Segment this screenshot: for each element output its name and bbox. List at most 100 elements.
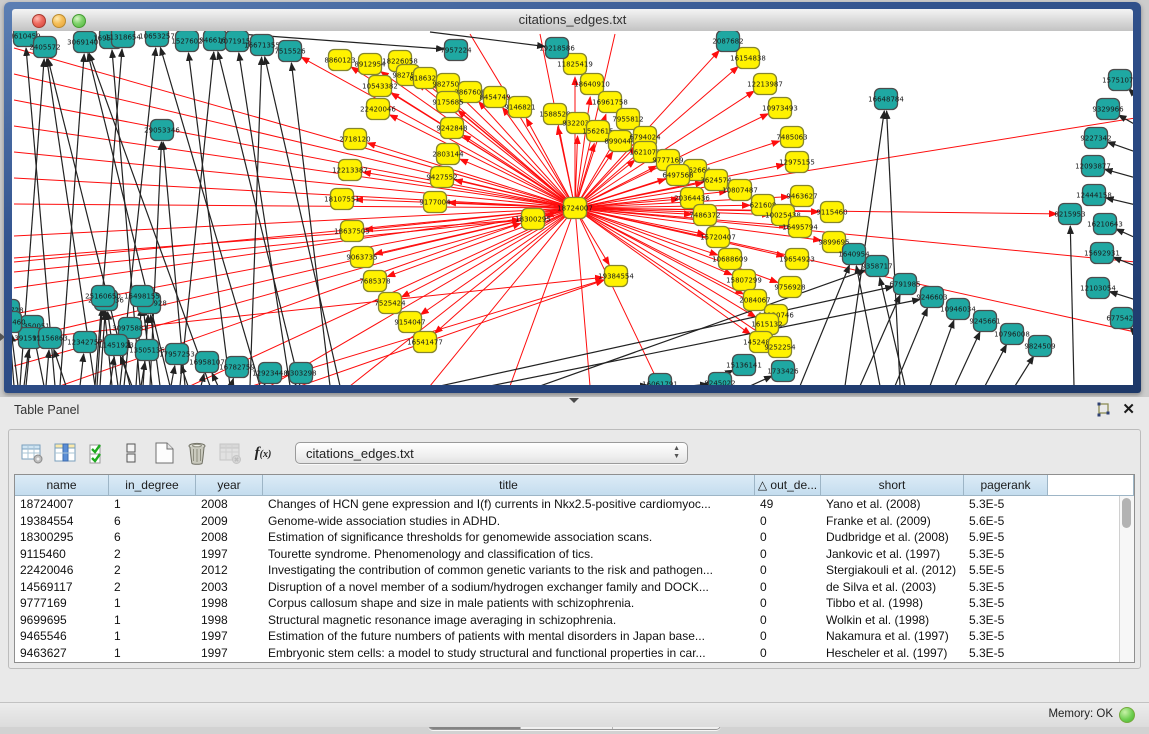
column-header[interactable]: in_degree <box>109 475 196 496</box>
graph-node[interactable]: 18300295 <box>515 209 551 230</box>
split-rows-icon[interactable] <box>118 440 144 466</box>
svg-text:2084067: 2084067 <box>739 296 770 304</box>
column-header[interactable]: name <box>15 475 109 496</box>
graph-node[interactable]: 8860123 <box>324 50 355 71</box>
graph-node[interactable]: 9824509 <box>1024 336 1055 357</box>
graph-node[interactable]: 9756928 <box>774 277 805 298</box>
graph-node[interactable]: 9227342 <box>1080 128 1111 149</box>
table-mode-icon[interactable] <box>19 440 45 466</box>
graph-node[interactable]: 9245661 <box>969 311 1000 332</box>
new-column-icon[interactable] <box>151 440 177 466</box>
node-table: namein_degreeyeartitle△ out_de...shortpa… <box>14 474 1135 663</box>
table-row[interactable]: 946362711997Embryonic stem cells: a mode… <box>15 645 1134 662</box>
table-row[interactable]: 977716911998Corpus callosum shape and si… <box>15 595 1134 612</box>
svg-text:15720407: 15720407 <box>700 233 736 241</box>
graph-node[interactable]: 9358717 <box>861 256 892 277</box>
graph-node[interactable]: 7485063 <box>776 127 807 148</box>
graph-node[interactable]: 12213987 <box>747 74 783 95</box>
graph-node[interactable]: 9063735 <box>346 247 377 268</box>
graph-node[interactable]: 19654923 <box>779 249 815 270</box>
graph-node[interactable]: 1733426 <box>767 361 799 382</box>
table-row[interactable]: 2242004622012Investigating the contribut… <box>15 562 1134 579</box>
show-columns-icon[interactable] <box>52 440 78 466</box>
graph-node[interactable]: 2405572 <box>29 37 60 58</box>
select-rows-checks-icon[interactable] <box>85 440 111 466</box>
graph-node[interactable]: 7957224 <box>440 40 472 61</box>
graph-node[interactable]: 9427552 <box>426 167 457 188</box>
graph-node[interactable]: 15807299 <box>726 270 762 291</box>
graph-node[interactable]: 9177004 <box>419 192 451 213</box>
graph-node[interactable]: 10973493 <box>762 98 798 119</box>
function-builder-icon[interactable]: f(x) <box>250 440 276 466</box>
graph-node[interactable]: 12444158 <box>1076 185 1112 206</box>
table-vertical-scrollbar[interactable] <box>1119 496 1134 662</box>
graph-node[interactable]: 7685378 <box>359 271 390 292</box>
graph-node[interactable]: 9463627 <box>786 186 817 207</box>
svg-text:7485063: 7485063 <box>776 133 807 141</box>
graph-node[interactable]: 7515526 <box>274 41 306 62</box>
graph-node[interactable]: 12923448 <box>252 363 288 384</box>
graph-node[interactable]: 7486372 <box>689 205 720 226</box>
svg-text:11825419: 11825419 <box>557 60 593 68</box>
table-row[interactable]: 946554611997Estimation of the future num… <box>15 628 1134 645</box>
graph-node[interactable]: 2718120 <box>339 129 370 150</box>
graph-node[interactable]: 9115460 <box>816 202 847 223</box>
graph-node[interactable]: 9242848 <box>436 118 467 139</box>
table-cell: 9465546 <box>15 628 109 645</box>
table-row[interactable]: 1456911722003Disruption of a novel membe… <box>15 579 1134 596</box>
graph-node[interactable]: 6775429 <box>1106 308 1133 329</box>
graph-node[interactable]: 22420046 <box>360 99 396 120</box>
table-cell: 19384554 <box>15 513 109 530</box>
graph-node[interactable]: 10653257 <box>139 31 175 47</box>
column-header[interactable]: △ out_de... <box>755 475 821 496</box>
table-scrollbar-thumb[interactable] <box>1122 498 1131 528</box>
network-canvas[interactable]: 1872400788601238912954182260589827509105… <box>12 31 1133 385</box>
graph-node[interactable]: 9245022 <box>704 373 735 386</box>
svg-text:6794024: 6794024 <box>629 133 661 141</box>
graph-node[interactable]: 7525424 <box>374 293 406 314</box>
left-panel-collapse-icon[interactable] <box>0 333 5 341</box>
graph-node[interactable]: 9175685 <box>432 92 463 113</box>
window-titlebar[interactable]: citations_edges.txt <box>12 9 1133 32</box>
graph-node[interactable]: 9329966 <box>1092 99 1124 120</box>
column-header[interactable]: pagerank <box>964 475 1048 496</box>
table-row[interactable]: 1872400712008Changes of HCN gene express… <box>15 496 1134 513</box>
graph-node[interactable]: 8303298 <box>285 363 316 384</box>
graph-node[interactable]: 6791985 <box>889 274 920 295</box>
graph-node[interactable]: 9252254 <box>764 337 796 358</box>
graph-node[interactable]: 12103054 <box>1080 278 1116 299</box>
graph-node[interactable]: 9146821 <box>504 97 535 118</box>
graph-node[interactable]: 16648784 <box>868 89 904 110</box>
table-cell: Yano et al. (2008) <box>821 496 964 513</box>
column-header[interactable]: title <box>263 475 755 496</box>
graph-node[interactable]: 6497568 <box>662 165 693 186</box>
column-header[interactable]: year <box>196 475 263 496</box>
delete-column-trash-icon[interactable] <box>184 440 210 466</box>
graph-node[interactable]: 12093877 <box>1075 156 1111 177</box>
table-cell: 0 <box>755 612 821 629</box>
table-selector-combobox[interactable]: citations_edges.txt ▲▼ <box>295 442 688 464</box>
graph-node[interactable]: 10688609 <box>712 249 748 270</box>
close-panel-icon[interactable]: ✕ <box>1122 400 1135 418</box>
graph-node[interactable]: 15720407 <box>700 227 736 248</box>
table-row[interactable]: 969969511998Structural magnetic resonanc… <box>15 612 1134 629</box>
graph-node[interactable]: 8215953 <box>1054 204 1085 225</box>
graph-node[interactable]: 2087682 <box>712 31 743 52</box>
table-cell: 9699695 <box>15 612 109 629</box>
graph-node[interactable]: 1527602 <box>171 31 202 52</box>
graph-node[interactable]: 9154047 <box>394 312 425 333</box>
graph-node[interactable]: 16541477 <box>407 332 443 353</box>
table-row[interactable]: 1938455462009Genome-wide association stu… <box>15 513 1134 530</box>
graph-node[interactable]: 16061791 <box>642 374 678 386</box>
graph-node[interactable]: 16210643 <box>1087 214 1123 235</box>
graph-node[interactable]: 12975155 <box>779 152 815 173</box>
graph-node[interactable]: 15751074 <box>1102 70 1133 91</box>
graph-node[interactable]: 29053346 <box>144 120 180 141</box>
table-row[interactable]: 1830029562008Estimation of significance … <box>15 529 1134 546</box>
graph-node[interactable]: 2803144 <box>432 144 464 165</box>
float-panel-icon[interactable] <box>1095 402 1111 418</box>
table-cell: 1998 <box>196 612 263 629</box>
table-row[interactable]: 911546021997Tourette syndrome. Phenomeno… <box>15 546 1134 563</box>
column-header[interactable]: short <box>821 475 964 496</box>
graph-node[interactable]: 15136141 <box>726 355 762 376</box>
